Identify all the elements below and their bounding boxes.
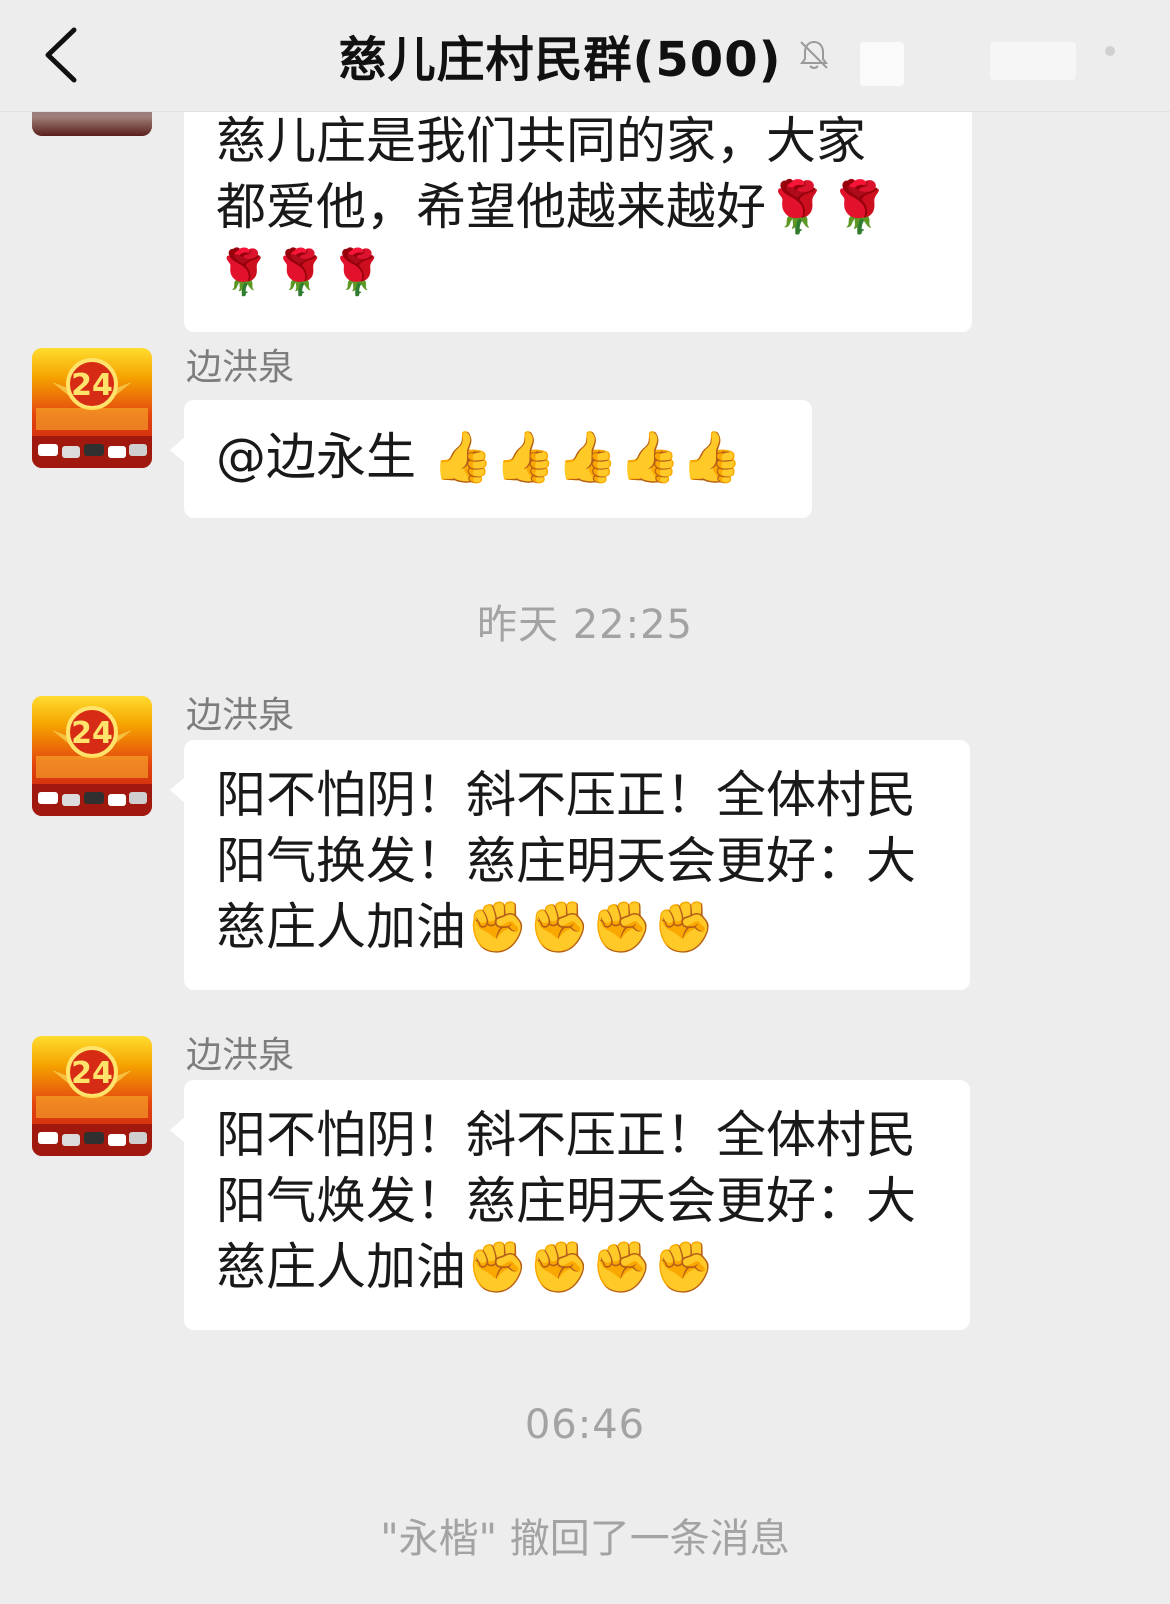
- sender-avatar[interactable]: 24: [32, 696, 152, 816]
- timestamp: 06:46: [524, 1402, 646, 1448]
- chat-title[interactable]: 慈儿庄村民群(500): [338, 20, 781, 90]
- chat-header: 慈儿庄村民群(500): [0, 0, 1170, 112]
- blurred-area: [990, 42, 1076, 80]
- avatar-badge-text: 24: [71, 368, 113, 403]
- message-text: 阳不怕阴！斜不压正！全体村民阳气换发！慈庄明天会更好：大慈庄人加油✊✊✊✊: [216, 766, 916, 956]
- avatar-badge-text: 24: [71, 1056, 113, 1091]
- avatar-image: 24: [32, 1046, 152, 1156]
- avatar-badge-text: 24: [71, 716, 113, 751]
- message-text-line: 都爱他，希望他越来越好🌹🌹: [216, 178, 891, 236]
- avatar-image: 24: [32, 706, 152, 816]
- sender-name: 边洪泉: [186, 695, 295, 736]
- chat-screen: 慈儿庄是我们共同的家，大家 都爱他，希望他越来越好🌹🌹 🌹🌹🌹 24 边洪泉 @…: [0, 0, 1170, 1604]
- sender-name: 边洪泉: [186, 347, 295, 388]
- blurred-area: [860, 42, 904, 86]
- timestamp: 昨天 22:25: [477, 602, 693, 648]
- message-bubble-1[interactable]: 慈儿庄是我们共同的家，大家 都爱他，希望他越来越好🌹🌹 🌹🌹🌹: [184, 90, 972, 332]
- message-text-line: 慈儿庄是我们共同的家，大家: [216, 112, 866, 170]
- message-text: @边永生 👍👍👍👍👍: [216, 428, 744, 486]
- sender-avatar[interactable]: 24: [32, 1036, 152, 1156]
- more-dots-icon[interactable]: [1105, 46, 1115, 56]
- avatar-image: 24: [32, 358, 152, 468]
- sender-name: 边洪泉: [186, 1035, 295, 1076]
- message-bubble-2[interactable]: @边永生 👍👍👍👍👍: [170, 400, 812, 518]
- message-text-line: 🌹🌹🌹: [216, 247, 387, 298]
- sender-avatar[interactable]: 24: [32, 348, 152, 468]
- message-text: 阳不怕阴！斜不压正！全体村民阳气焕发！慈庄明天会更好：大慈庄人加油✊✊✊✊: [216, 1106, 916, 1296]
- message-bubble-3[interactable]: 阳不怕阴！斜不压正！全体村民阳气换发！慈庄明天会更好：大慈庄人加油✊✊✊✊: [170, 740, 970, 990]
- message-bubble-4[interactable]: 阳不怕阴！斜不压正！全体村民阳气焕发！慈庄明天会更好：大慈庄人加油✊✊✊✊: [170, 1080, 970, 1330]
- bell-off-icon: [799, 40, 828, 69]
- recall-notice: "永楷" 撤回了一条消息: [380, 1516, 790, 1562]
